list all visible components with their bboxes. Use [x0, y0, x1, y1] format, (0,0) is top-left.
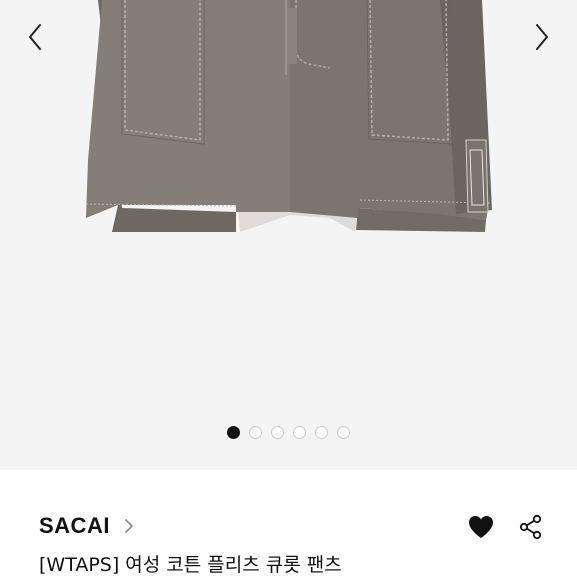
share-button[interactable]	[516, 512, 546, 542]
carousel-dot[interactable]	[271, 426, 284, 439]
carousel-dot[interactable]	[315, 426, 328, 439]
product-actions	[466, 512, 546, 542]
carousel-dot[interactable]	[249, 426, 262, 439]
like-button[interactable]	[466, 512, 496, 542]
carousel-dot-active[interactable]	[227, 426, 240, 439]
chevron-right-icon	[536, 24, 548, 50]
product-image	[85, 0, 492, 232]
product-image-gallery[interactable]	[0, 0, 577, 470]
brand-name: SACAI	[39, 513, 110, 538]
next-image-button[interactable]	[525, 20, 559, 54]
chevron-left-icon	[29, 24, 41, 50]
previous-image-button[interactable]	[18, 20, 52, 54]
chevron-right-icon	[124, 517, 138, 535]
carousel-dot[interactable]	[337, 426, 350, 439]
brand-link[interactable]: SACAI	[39, 513, 138, 539]
carousel-dot[interactable]	[293, 426, 306, 439]
heart-icon	[469, 516, 493, 538]
share-icon	[519, 514, 542, 540]
carousel-indicator	[0, 426, 577, 442]
product-title: [WTAPS] 여성 코튼 플리츠 큐롯 팬츠	[39, 554, 342, 576]
